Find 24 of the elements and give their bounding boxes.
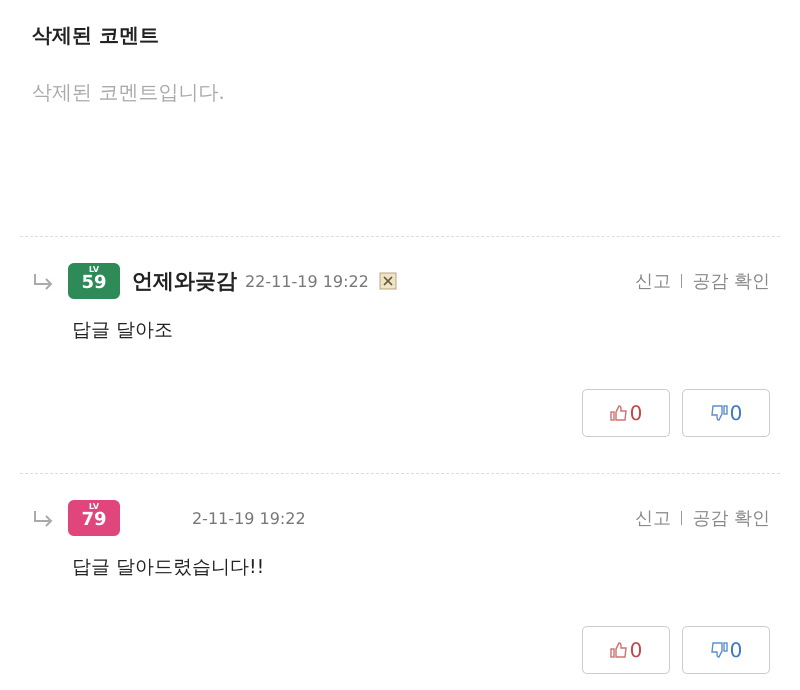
thumbs-down-icon xyxy=(710,641,728,659)
thumbs-down-icon xyxy=(710,404,728,422)
action-link[interactable]: 공감 확인 xyxy=(692,506,770,530)
dislike-button[interactable]: 0 xyxy=(682,626,770,674)
level-badge: LV 59 xyxy=(68,263,120,299)
dislike-button[interactable]: 0 xyxy=(682,389,770,437)
action-link[interactable]: 공감 확인 xyxy=(692,269,770,293)
action-link[interactable]: 신고 xyxy=(634,269,671,293)
action-link[interactable]: 신고 xyxy=(634,506,671,530)
close-icon[interactable] xyxy=(378,272,397,290)
timestamp: 2-11-19 19:22 xyxy=(192,508,306,528)
comment-title: 삭제된 코멘트 xyxy=(32,22,160,49)
timestamp: 22-11-19 19:22 xyxy=(245,272,369,290)
reply-text: 답글 달아조 xyxy=(71,318,174,343)
thumbs-up-icon xyxy=(610,641,628,659)
thumbs-up-icon xyxy=(610,404,628,422)
reply-arrow-icon xyxy=(32,272,54,290)
reply-arrow-icon xyxy=(32,509,54,527)
nickname[interactable]: 언제와곶감 xyxy=(132,267,237,295)
like-button[interactable]: 0 xyxy=(582,626,670,674)
level-badge: LV 79 xyxy=(68,500,120,536)
reply-text: 답글 달아드렸습니다!! xyxy=(71,555,266,580)
deleted-message: 삭제된 코멘트입니다. xyxy=(32,79,226,106)
like-button[interactable]: 0 xyxy=(582,389,670,437)
